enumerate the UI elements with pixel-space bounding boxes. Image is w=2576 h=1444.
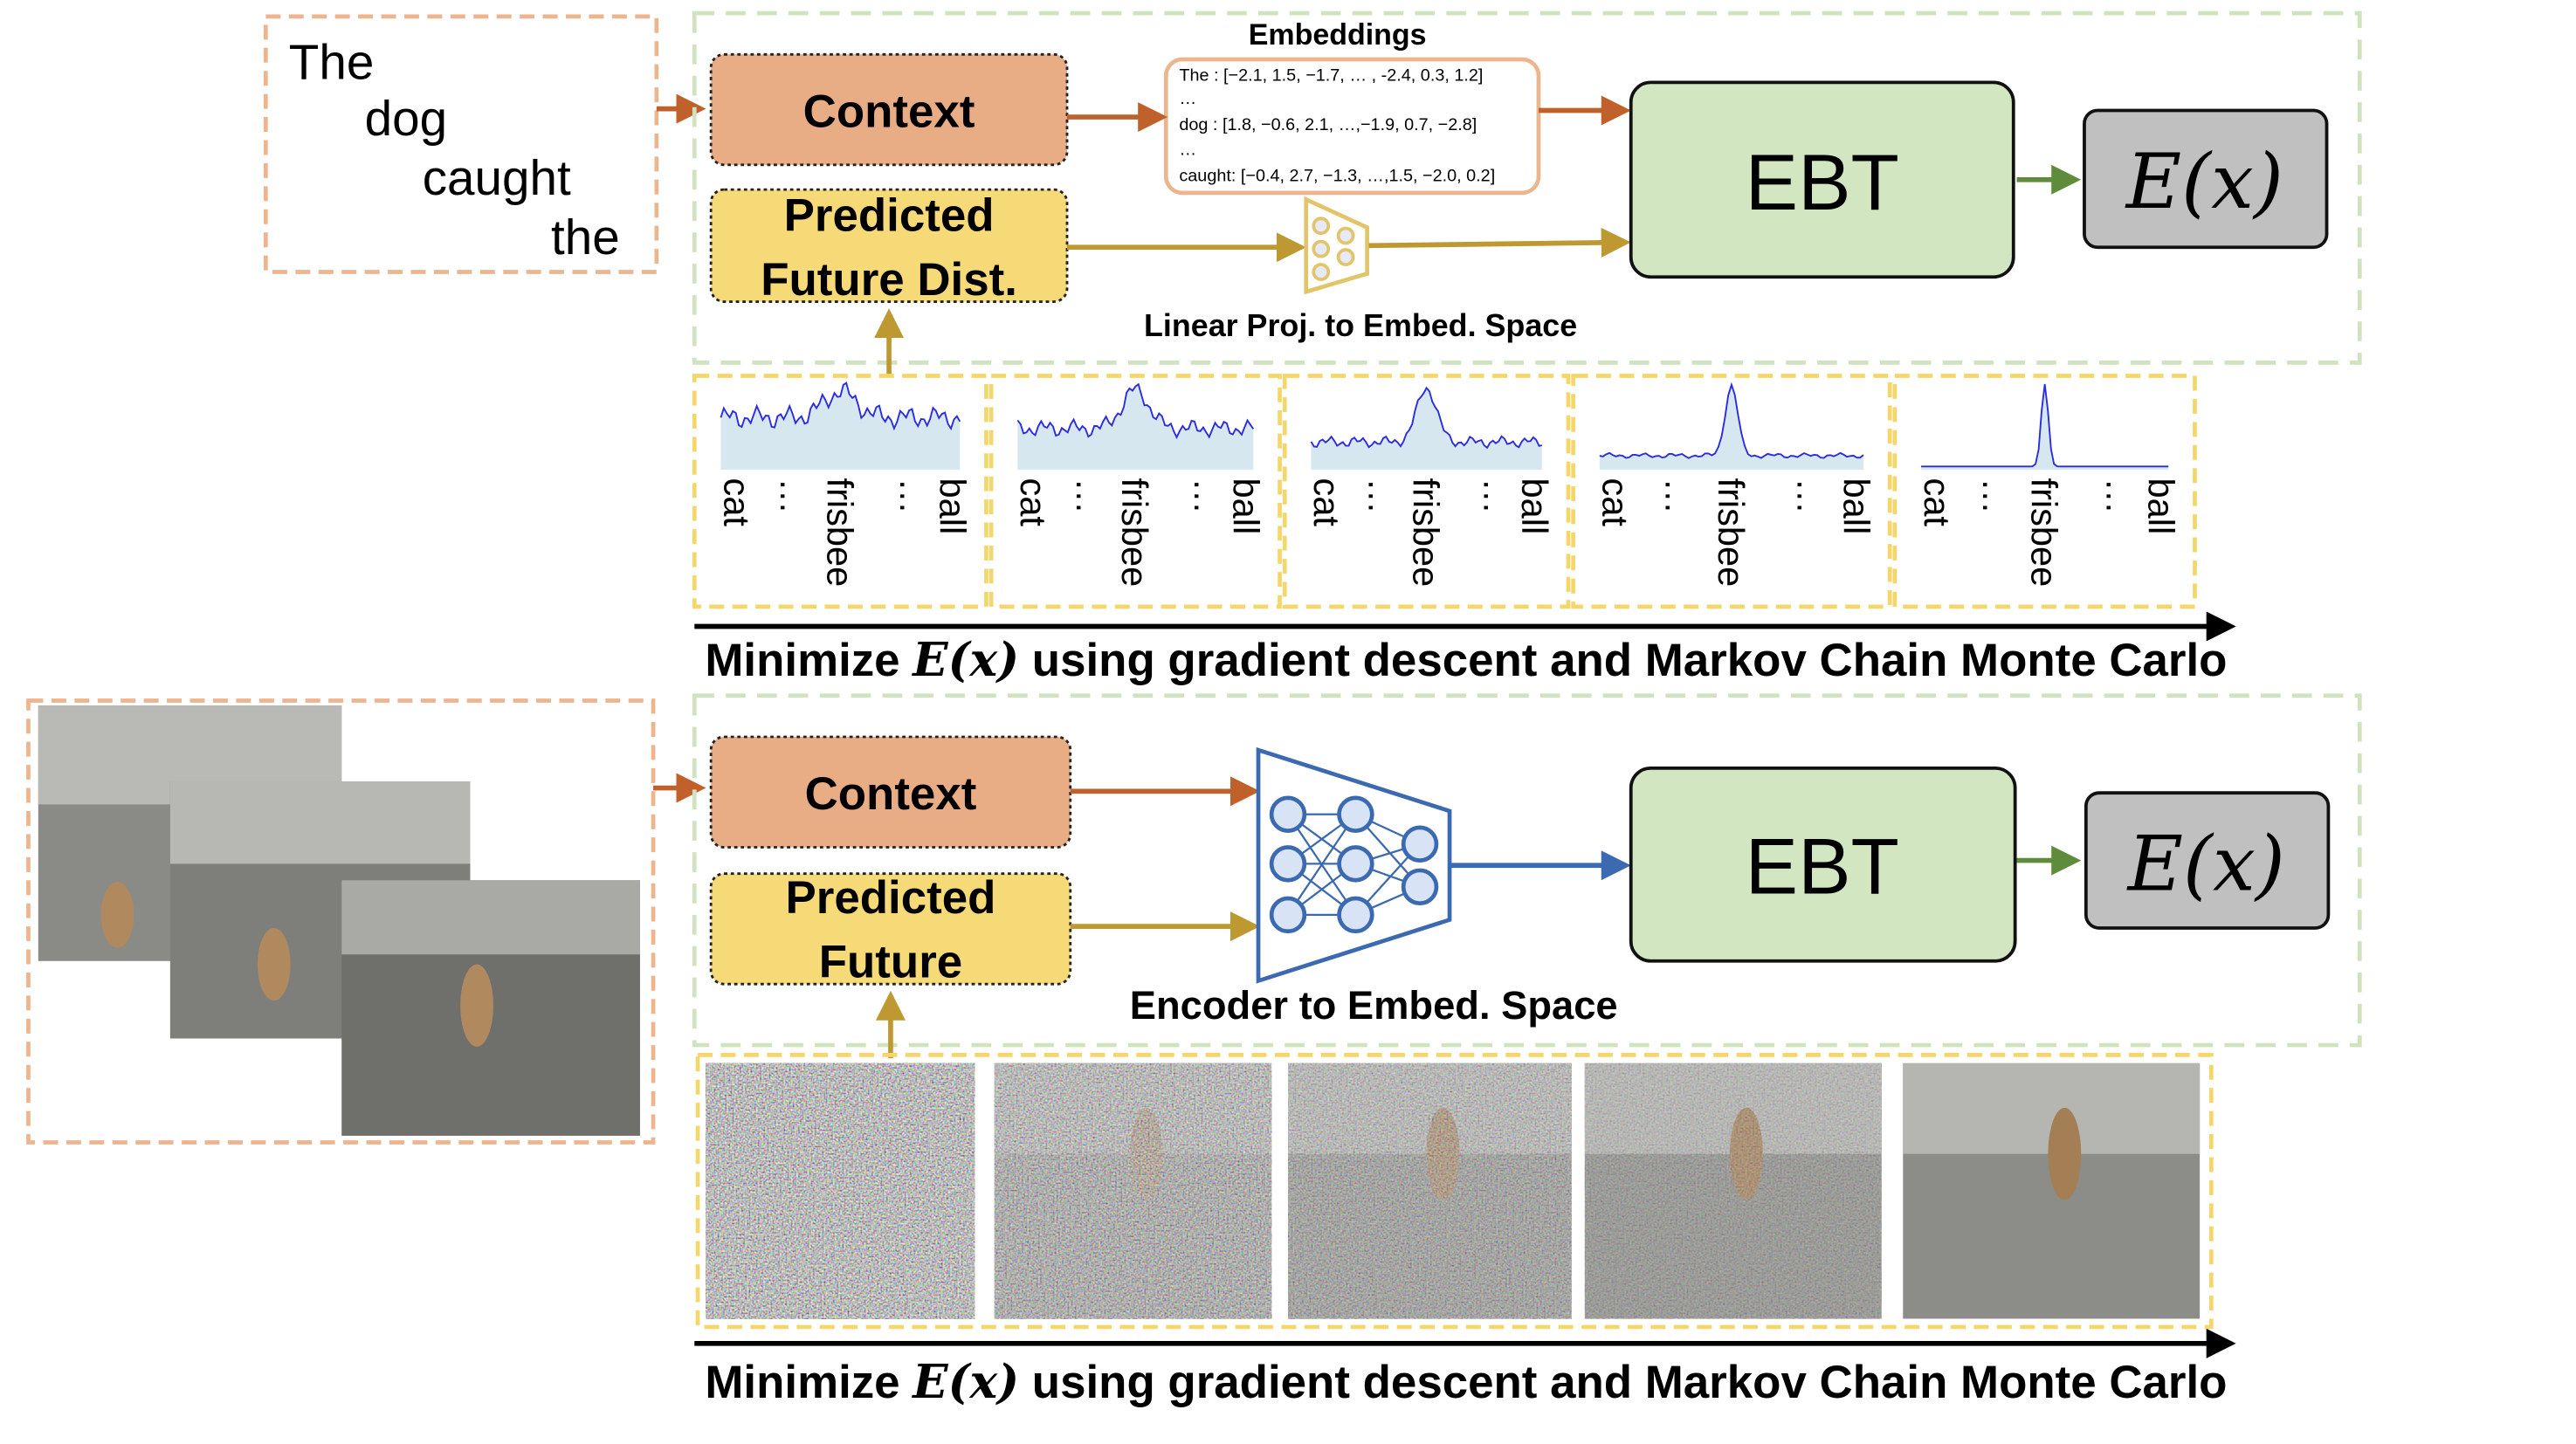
embedding-line: The : [−2.1, 1.5, −1.7, … , -2.4, 0.3, 1…: [1179, 66, 1483, 86]
predicted-label: Future Dist.: [761, 254, 1017, 306]
distribution-axis-label: frisbee: [1114, 478, 1155, 588]
arrow: [1368, 227, 1631, 258]
distribution-area: [1921, 383, 2169, 471]
context-label: Context: [803, 86, 975, 137]
noise-overlay: [706, 1062, 975, 1319]
distribution-axis-label: …: [892, 478, 933, 515]
denoising-frames: [706, 1062, 2201, 1319]
distribution-axis-label: …: [1187, 478, 1228, 515]
input-word: dog: [365, 92, 447, 147]
distribution-area: [1311, 388, 1542, 471]
denoising-frame: [1903, 1062, 2201, 1319]
distribution-axis-label: …: [2098, 478, 2139, 515]
distribution-axis-label: cat: [1917, 478, 1958, 527]
input-word: The: [289, 36, 375, 91]
distribution-panels: cat… frisbee …ball cat… frisbee …ball cat… fris…: [692, 374, 2197, 609]
distribution-axis-label: frisbee: [1405, 478, 1446, 588]
distribution-axis-label: frisbee: [2024, 478, 2065, 588]
embedding-line: …: [1179, 140, 1196, 159]
denoising-frame: [1288, 1062, 1572, 1319]
embeddings-title: Embeddings: [1249, 18, 1427, 52]
context-label: Context: [805, 768, 977, 820]
distribution-axis-label: ball: [933, 478, 974, 535]
noise-overlay: [1288, 1062, 1572, 1319]
distribution-axis-label: cat: [1013, 478, 1054, 527]
distribution-axis-label: ball: [2141, 478, 2182, 535]
distribution-panel: cat…frisbee…ball: [1571, 374, 1892, 609]
predicted-label: Predicted: [786, 872, 996, 924]
top-caption: Minimize E(x) using gradient descent and…: [705, 633, 2227, 687]
distribution-axis-label: cat: [716, 478, 757, 527]
input-word: caught: [423, 151, 571, 206]
distribution-axis-label: …: [1975, 478, 2016, 515]
distribution-panel: cat…frisbee…ball: [1282, 374, 1571, 609]
embedding-line: …: [1179, 89, 1196, 108]
distribution-axis-label: …: [1477, 478, 1518, 515]
distribution-axis-label: …: [1361, 478, 1402, 515]
embedding-line: dog : [1.8, −0.6, 2.1, …,−1.9, 0.7, −2.8…: [1179, 115, 1477, 134]
encoder-icon: [1256, 746, 1452, 984]
energy-label: E(x): [2126, 821, 2285, 909]
denoising-frame: [994, 1062, 1272, 1319]
predicted-label: Future: [819, 937, 962, 988]
ebt-label: EBT: [1746, 139, 1899, 227]
energy-label: E(x): [2125, 138, 2283, 226]
distribution-panel: cat…frisbee…ball: [692, 374, 988, 609]
distribution-panel: cat…frisbee…ball: [1892, 374, 2197, 609]
ebt-diagram: The dog caught the Context Predicted Fut…: [26, 10, 2362, 1409]
projection-label: Linear Proj. to Embed. Space: [1144, 308, 1577, 343]
ebt-label: EBT: [1746, 822, 1899, 911]
distribution-axis-label: ball: [1836, 478, 1877, 535]
input-word: the: [551, 210, 620, 265]
denoising-frame: [706, 1062, 975, 1319]
distribution-axis-label: …: [1789, 478, 1830, 515]
distribution-axis-label: frisbee: [1711, 478, 1752, 588]
noise-overlay: [994, 1062, 1272, 1319]
distribution-axis-label: cat: [1306, 478, 1347, 527]
embedding-line: caught: [−0.4, 2.7, −1.3, …,1.5, −2.0, 0…: [1179, 167, 1495, 186]
distribution-axis-label: …: [1657, 478, 1698, 515]
distribution-axis-label: …: [773, 478, 814, 515]
encoder-label: Encoder to Embed. Space: [1130, 983, 1618, 1028]
bottom-caption: Minimize E(x) using gradient descent and…: [705, 1355, 2227, 1409]
video-frames: [38, 705, 640, 1136]
noise-overlay: [1584, 1062, 1882, 1319]
denoising-frame: [1584, 1062, 1882, 1319]
distribution-axis-label: ball: [1226, 478, 1267, 535]
distribution-panel: cat…frisbee…ball: [988, 374, 1282, 609]
linear-projection-icon: [1304, 196, 1369, 295]
distribution-axis-label: …: [1069, 478, 1110, 515]
distribution-axis-label: cat: [1595, 478, 1636, 527]
distribution-axis-label: ball: [1514, 478, 1555, 535]
distribution-axis-label: frisbee: [819, 478, 860, 588]
predicted-label: Predicted: [784, 189, 995, 241]
